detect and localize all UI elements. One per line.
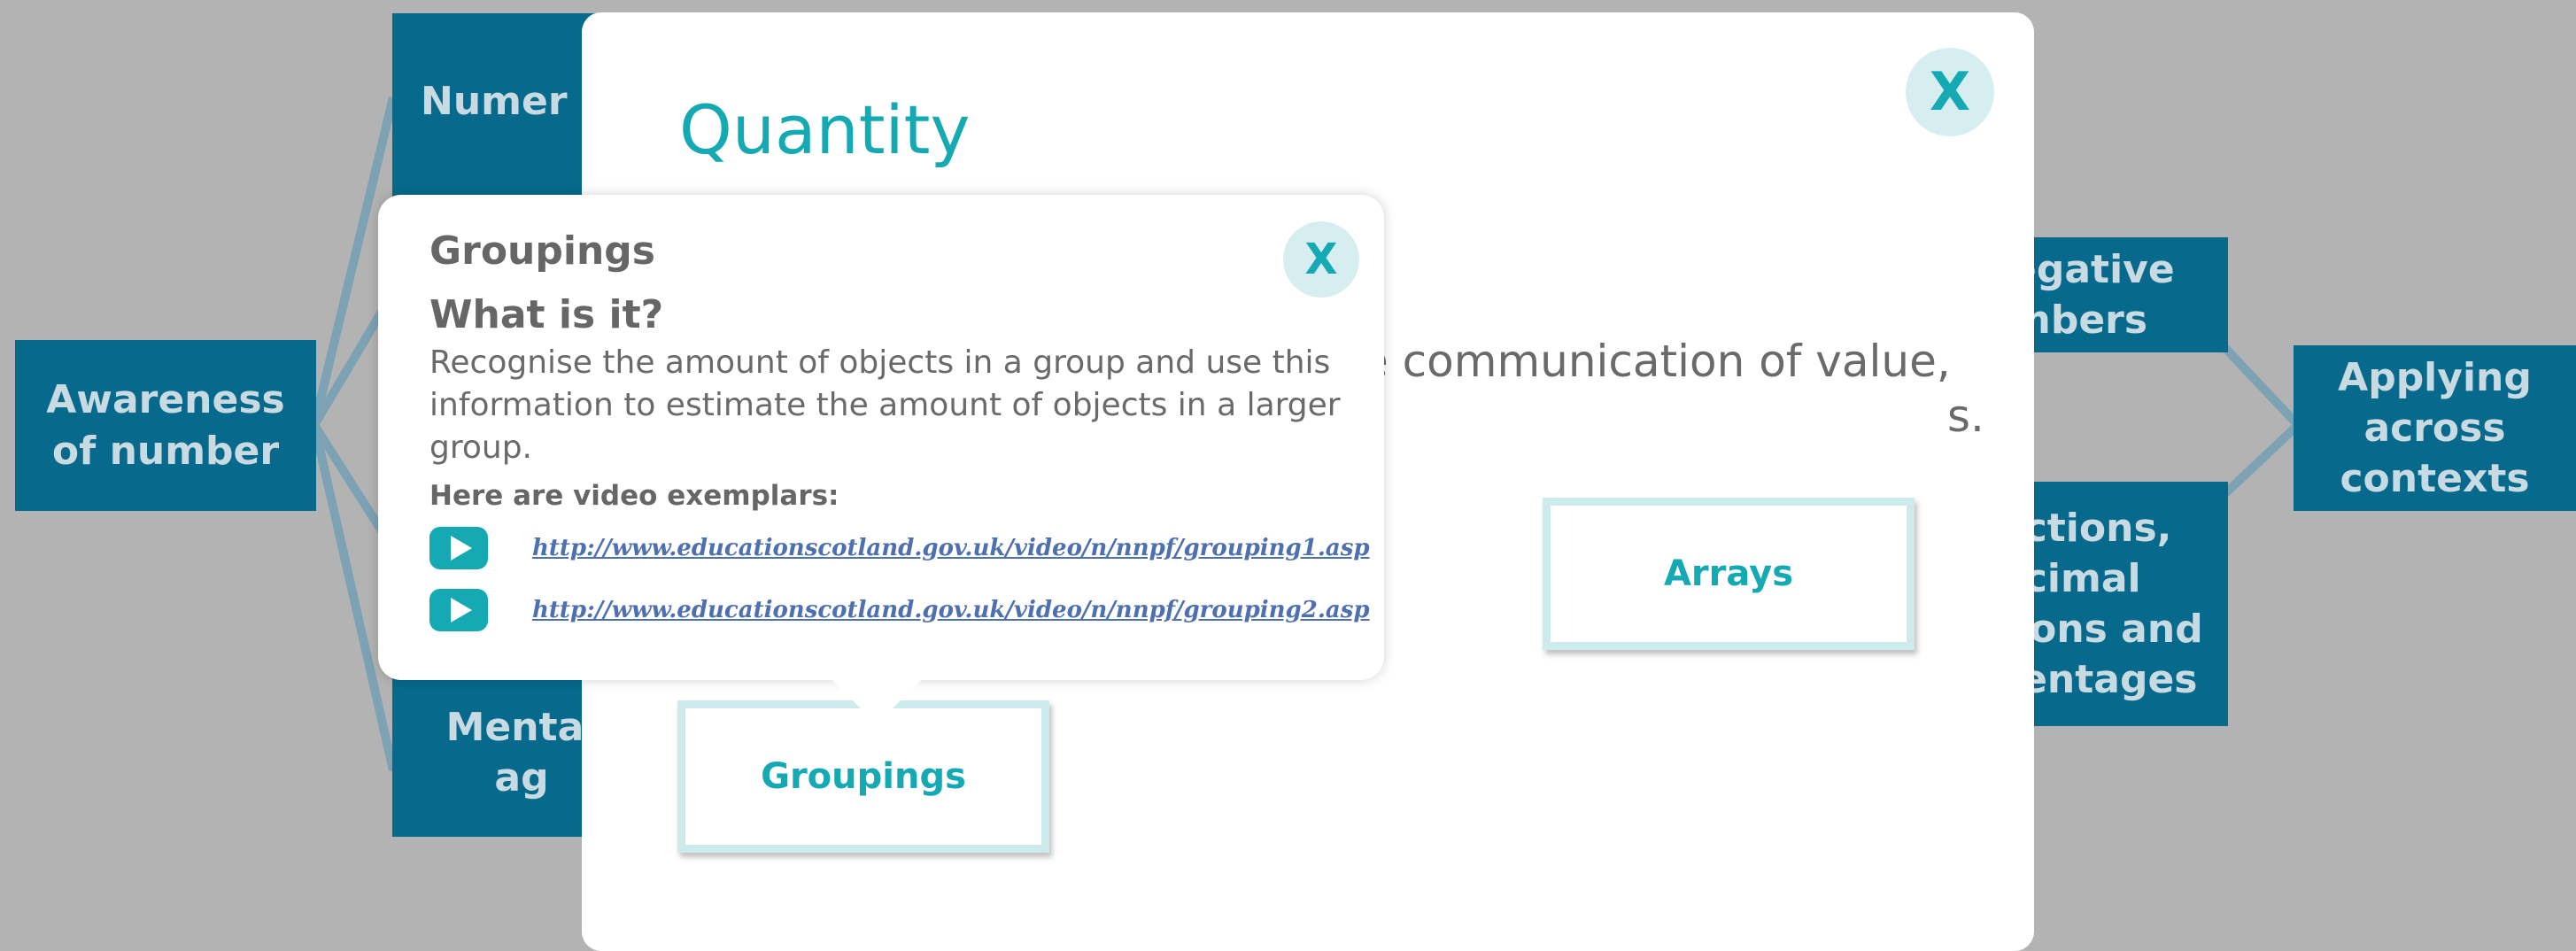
popup-heading: What is it?: [429, 292, 664, 337]
groupings-popup: Groupings X What is it? Recognise the am…: [378, 195, 1384, 725]
node-awareness-of-number[interactable]: Awareness of number: [15, 340, 316, 511]
video-row: http://www.educationscotland.gov.uk/vide…: [429, 524, 1370, 572]
video-row: http://www.educationscotland.gov.uk/vide…: [429, 586, 1370, 634]
modal-close-button[interactable]: X: [1906, 48, 1994, 136]
play-icon[interactable]: [429, 589, 488, 631]
video-link[interactable]: http://www.educationscotland.gov.uk/vide…: [532, 597, 1370, 623]
modal-description: e communication of value, s.: [1361, 334, 1999, 444]
node-applying-across-contexts[interactable]: Applying across contexts: [2294, 345, 2576, 511]
popup-title: Groupings: [429, 228, 655, 274]
popup-close-button[interactable]: X: [1283, 221, 1359, 298]
modal-description-line2: s.: [1947, 390, 1984, 442]
video-exemplars-label: Here are video exemplars:: [429, 480, 839, 512]
play-icon[interactable]: [429, 527, 488, 569]
close-icon: X: [1304, 235, 1338, 284]
modal-description-line1: e communication of value,: [1361, 336, 1951, 387]
popup-description: Recognise the amount of objects in a gro…: [429, 344, 1341, 466]
video-link[interactable]: http://www.educationscotland.gov.uk/vide…: [532, 535, 1370, 561]
modal-title: Quantity: [679, 90, 971, 169]
groupings-button[interactable]: Groupings: [677, 700, 1049, 853]
close-icon: X: [1929, 61, 1971, 123]
arrays-button[interactable]: Arrays: [1543, 498, 1915, 650]
